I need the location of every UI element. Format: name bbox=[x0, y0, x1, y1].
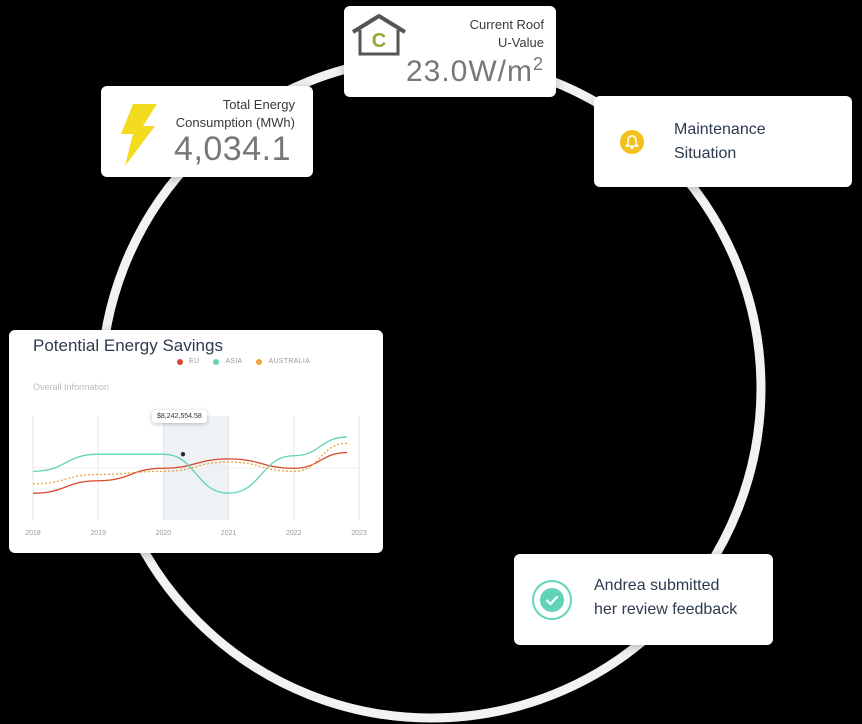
check-circle-icon bbox=[532, 580, 572, 620]
house-c-icon: C bbox=[350, 12, 408, 63]
x-tick-label: 2023 bbox=[351, 530, 367, 537]
highlight-point bbox=[180, 452, 186, 457]
total-energy-value: 4,034.1 bbox=[174, 130, 291, 168]
feedback-label: Andrea submitted her review feedback bbox=[594, 577, 738, 618]
legend-label: EU bbox=[189, 358, 200, 365]
bell-icon bbox=[620, 130, 644, 154]
legend-dot bbox=[177, 358, 183, 365]
legend-item-eu: EU bbox=[177, 358, 199, 365]
chart-tooltip: $8,242,554.58 bbox=[152, 410, 207, 423]
total-energy-label: Total Energy Consumption (MWh) bbox=[175, 97, 295, 130]
roof-u-value-label: Current Roof U-Value bbox=[469, 17, 544, 50]
legend-label: AUSTRALIA bbox=[268, 358, 311, 365]
x-tick-label: 2022 bbox=[286, 530, 302, 537]
feedback-notification-card[interactable]: Andrea submitted her review feedback bbox=[514, 554, 773, 645]
chart-legend: EU ASIA AUSTRALIA bbox=[177, 358, 310, 365]
legend-dot bbox=[213, 358, 220, 365]
x-tick-label: 2018 bbox=[25, 530, 41, 537]
maintenance-card[interactable]: Maintenance Situation bbox=[594, 96, 852, 187]
roof-u-value-card[interactable]: C Current Roof U-Value 23.0W/m2 bbox=[344, 6, 556, 97]
x-tick-label: 2021 bbox=[221, 530, 237, 537]
maintenance-label: Maintenance Situation bbox=[674, 121, 766, 162]
chart-title: Potential Energy Savings bbox=[33, 336, 223, 355]
chart-subtitle: Overall Information bbox=[33, 382, 110, 392]
legend-item-asia: ASIA bbox=[213, 358, 242, 365]
roof-u-value: 23.0W/m2 bbox=[405, 54, 544, 88]
legend-item-australia: AUSTRALIA bbox=[256, 358, 310, 365]
total-energy-card[interactable]: Total Energy Consumption (MWh) 4,034.1 bbox=[101, 86, 313, 177]
roof-badge-letter: C bbox=[372, 30, 386, 52]
x-tick-label: 2020 bbox=[156, 530, 172, 537]
legend-dot bbox=[256, 358, 263, 365]
lightning-bolt-icon bbox=[119, 104, 159, 171]
legend-label: ASIA bbox=[225, 358, 243, 365]
x-tick-label: 2019 bbox=[90, 530, 106, 537]
energy-savings-chart-card[interactable]: 2018 2019 2020 2021 2022 2023 Potential Energ… bbox=[9, 330, 383, 553]
